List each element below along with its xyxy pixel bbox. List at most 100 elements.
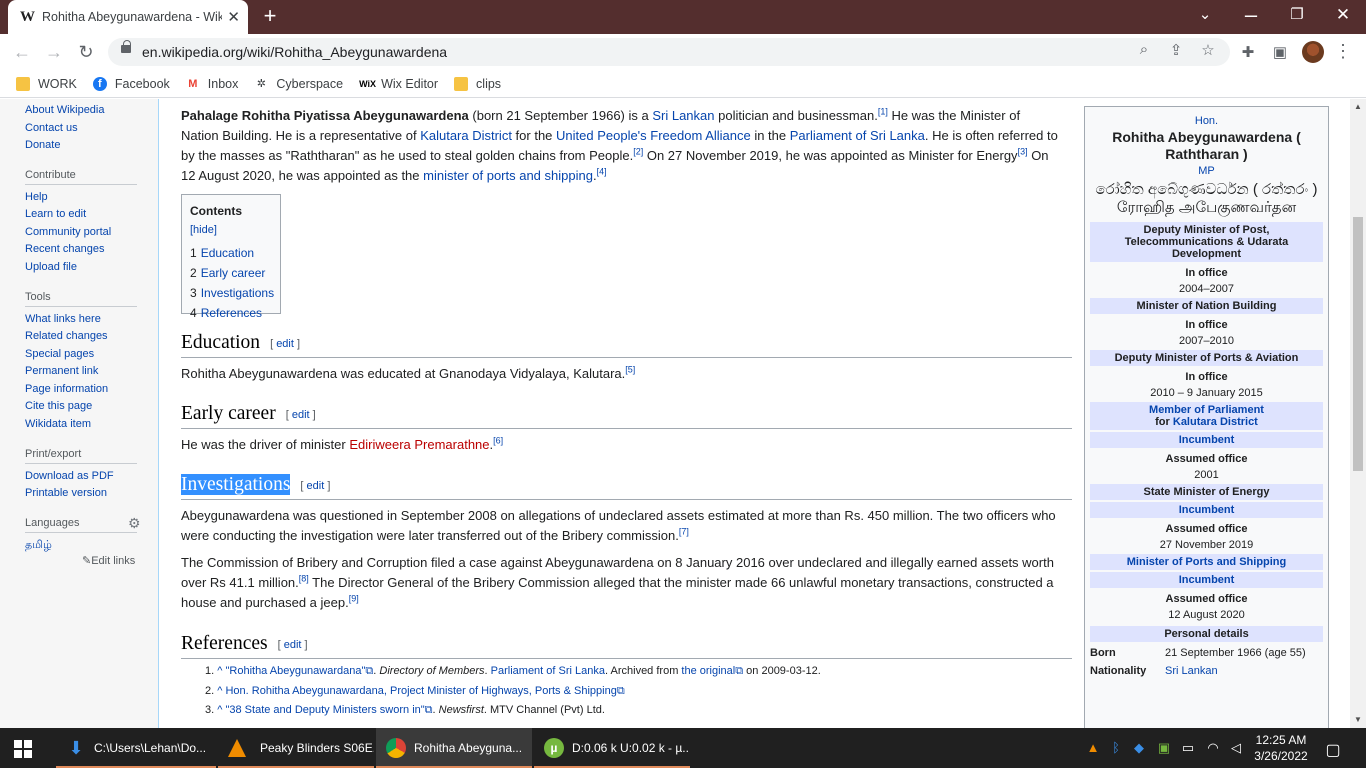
edit-links[interactable]: ✎Edit links bbox=[82, 554, 135, 567]
link-ports-shipping-ministry[interactable]: Minister of Ports and Shipping bbox=[1127, 556, 1287, 568]
sidebar-what-links-here[interactable]: What links here bbox=[25, 313, 101, 325]
citation-5[interactable]: [5] bbox=[625, 365, 635, 375]
close-window-icon[interactable]: ✕ bbox=[1320, 0, 1366, 30]
ref-original-link[interactable]: the original⧉ bbox=[681, 665, 743, 677]
share-icon[interactable]: ⇪ bbox=[1165, 41, 1187, 59]
toc-hide-link[interactable]: [hide] bbox=[190, 224, 217, 236]
taskbar-clock[interactable]: 12:25 AM 3/26/2022 bbox=[1254, 732, 1308, 764]
chevron-down-icon[interactable]: ⌄ bbox=[1182, 0, 1228, 30]
sidebar-special-pages[interactable]: Special pages bbox=[25, 348, 94, 360]
url-text[interactable]: en.wikipedia.org/wiki/Rohitha_Abeygunawa… bbox=[142, 44, 447, 60]
citation-8[interactable]: [8] bbox=[299, 574, 309, 584]
sidebar-cite-this-page[interactable]: Cite this page bbox=[25, 400, 92, 412]
sidebar-contact-us[interactable]: Contact us bbox=[25, 122, 78, 134]
side-panel-icon[interactable]: ▣ bbox=[1269, 42, 1291, 64]
link-ports-shipping[interactable]: minister of ports and shipping bbox=[423, 168, 593, 183]
link-parliament[interactable]: Parliament of Sri Lanka bbox=[790, 128, 925, 143]
forward-arrow-icon[interactable]: → bbox=[42, 40, 66, 64]
citation-2[interactable]: [2] bbox=[633, 147, 643, 157]
minimize-icon[interactable]: – bbox=[1228, 0, 1274, 30]
ref-title-link[interactable]: Hon. Rohitha Abeygunawardana, Project Mi… bbox=[225, 685, 624, 697]
bluetooth-icon[interactable]: ᛒ bbox=[1108, 740, 1124, 755]
bookmark-star-icon[interactable]: ☆ bbox=[1197, 41, 1219, 59]
ref-backlink-caret[interactable]: ^ bbox=[217, 704, 222, 716]
taskbar-item-vlc[interactable]: Peaky Blinders S06E... bbox=[218, 728, 374, 768]
link-sri-lankan[interactable]: Sri Lankan bbox=[1165, 665, 1218, 677]
bookmark-work[interactable]: WORK bbox=[16, 76, 77, 91]
scroll-up-arrow-icon[interactable]: ▲ bbox=[1350, 99, 1366, 115]
vertical-scrollbar[interactable]: ▲ ▼ bbox=[1350, 99, 1366, 728]
sidebar-learn-to-edit[interactable]: Learn to edit bbox=[25, 208, 86, 220]
menu-kebab-icon[interactable]: ⋮ bbox=[1332, 40, 1354, 62]
sidebar-wikidata-item[interactable]: Wikidata item bbox=[25, 418, 91, 430]
sidebar-recent-changes[interactable]: Recent changes bbox=[25, 243, 105, 255]
ref-title-link[interactable]: "38 State and Deputy Ministers sworn in"… bbox=[225, 704, 432, 716]
restore-icon[interactable]: ❐ bbox=[1274, 0, 1320, 30]
edit-section-link[interactable]: edit bbox=[276, 338, 294, 350]
edit-section-link[interactable]: edit bbox=[307, 480, 325, 492]
sidebar-donate[interactable]: Donate bbox=[25, 139, 60, 151]
sidebar-language-tamil[interactable]: தமிழ் bbox=[25, 539, 52, 553]
bookmark-facebook[interactable]: f Facebook bbox=[92, 76, 170, 91]
link-kalutara-district[interactable]: Kalutara District bbox=[1173, 416, 1258, 428]
ref-title-link[interactable]: "Rohitha Abeygunawardana"⧉ bbox=[225, 665, 373, 677]
browser-tab[interactable]: W Rohitha Abeygunawardena - Wik ✕ bbox=[8, 0, 248, 34]
tray-app-icon[interactable]: ◆ bbox=[1131, 740, 1147, 756]
new-tab-icon[interactable]: + bbox=[258, 4, 282, 28]
link-kalutara-district[interactable]: Kalutara District bbox=[420, 128, 512, 143]
notifications-icon[interactable]: ▢ bbox=[1325, 740, 1341, 760]
sidebar-community-portal[interactable]: Community portal bbox=[25, 226, 111, 238]
citation-9[interactable]: [9] bbox=[349, 594, 359, 604]
sidebar-related-changes[interactable]: Related changes bbox=[25, 330, 108, 342]
lock-icon[interactable] bbox=[121, 40, 131, 53]
profile-avatar[interactable] bbox=[1302, 41, 1324, 63]
sidebar-help[interactable]: Help bbox=[25, 191, 48, 203]
windows-start-icon[interactable] bbox=[14, 740, 32, 758]
extensions-puzzle-icon[interactable]: ✚ bbox=[1237, 42, 1259, 64]
address-bar[interactable]: en.wikipedia.org/wiki/Rohitha_Abeygunawa… bbox=[108, 38, 1230, 66]
taskbar-item-chrome[interactable]: Rohitha Abeyguna... bbox=[376, 728, 532, 768]
zoom-search-icon[interactable]: ⌕ bbox=[1133, 41, 1155, 58]
edit-section-link[interactable]: edit bbox=[284, 639, 302, 651]
vlc-tray-icon[interactable]: ▲ bbox=[1085, 740, 1101, 755]
scroll-down-arrow-icon[interactable]: ▼ bbox=[1350, 712, 1366, 728]
ref-backlink-caret[interactable]: ^ bbox=[217, 665, 222, 677]
edit-section-link[interactable]: edit bbox=[292, 409, 310, 421]
citation-4[interactable]: [4] bbox=[597, 167, 607, 177]
back-arrow-icon[interactable]: ← bbox=[10, 40, 34, 64]
ref-backlink-caret[interactable]: ^ bbox=[217, 685, 222, 697]
sidebar-permanent-link[interactable]: Permanent link bbox=[25, 365, 98, 377]
sidebar-upload-file[interactable]: Upload file bbox=[25, 261, 77, 273]
tray-app-icon[interactable]: ▣ bbox=[1156, 740, 1172, 756]
volume-icon[interactable]: ◁ bbox=[1228, 740, 1244, 756]
citation-7[interactable]: [7] bbox=[679, 527, 689, 537]
bookmark-clips[interactable]: clips bbox=[454, 76, 501, 91]
sidebar-about-wikipedia[interactable]: About Wikipedia bbox=[25, 104, 105, 116]
toc-item-early-career[interactable]: 2 Early career bbox=[190, 263, 272, 283]
scrollbar-thumb[interactable] bbox=[1353, 217, 1363, 471]
toc-item-references[interactable]: 4 References bbox=[190, 303, 272, 323]
bookmark-wix-editor[interactable]: WiX Wix Editor bbox=[359, 77, 438, 91]
battery-icon[interactable]: ▭ bbox=[1180, 740, 1196, 756]
bookmark-inbox[interactable]: M Inbox bbox=[186, 77, 238, 91]
citation-1[interactable]: [1] bbox=[878, 107, 888, 117]
bookmark-cyberspace[interactable]: ✲ Cyberspace bbox=[254, 77, 343, 91]
link-sri-lankan[interactable]: Sri Lankan bbox=[652, 108, 714, 123]
link-upfa[interactable]: United People's Freedom Alliance bbox=[556, 128, 751, 143]
infobox-post-nominal[interactable]: MP bbox=[1090, 165, 1323, 177]
link-member-of-parliament[interactable]: Member of Parliament bbox=[1149, 404, 1264, 416]
taskbar-item-utorrent[interactable]: µ D:0.06 k U:0.02 k - µ... bbox=[534, 728, 690, 768]
ref-publisher-link[interactable]: Parliament of Sri Lanka bbox=[491, 665, 605, 677]
sidebar-page-information[interactable]: Page information bbox=[25, 383, 108, 395]
toc-item-education[interactable]: 1 Education bbox=[190, 243, 272, 263]
sidebar-printable-version[interactable]: Printable version bbox=[25, 487, 107, 499]
toc-item-investigations[interactable]: 3 Investigations bbox=[190, 283, 274, 303]
infobox-honorific[interactable]: Hon. bbox=[1090, 115, 1323, 127]
close-tab-icon[interactable]: ✕ bbox=[227, 8, 240, 26]
sidebar-download-pdf[interactable]: Download as PDF bbox=[25, 470, 114, 482]
taskbar-item-explorer[interactable]: ⬇ C:\Users\Lehan\Do... bbox=[56, 728, 216, 768]
citation-6[interactable]: [6] bbox=[493, 436, 503, 446]
gear-icon[interactable]: ⚙ bbox=[128, 515, 141, 532]
link-ediriweera-premarathne[interactable]: Ediriweera Premarathne bbox=[349, 437, 489, 452]
citation-3[interactable]: [3] bbox=[1018, 147, 1028, 157]
